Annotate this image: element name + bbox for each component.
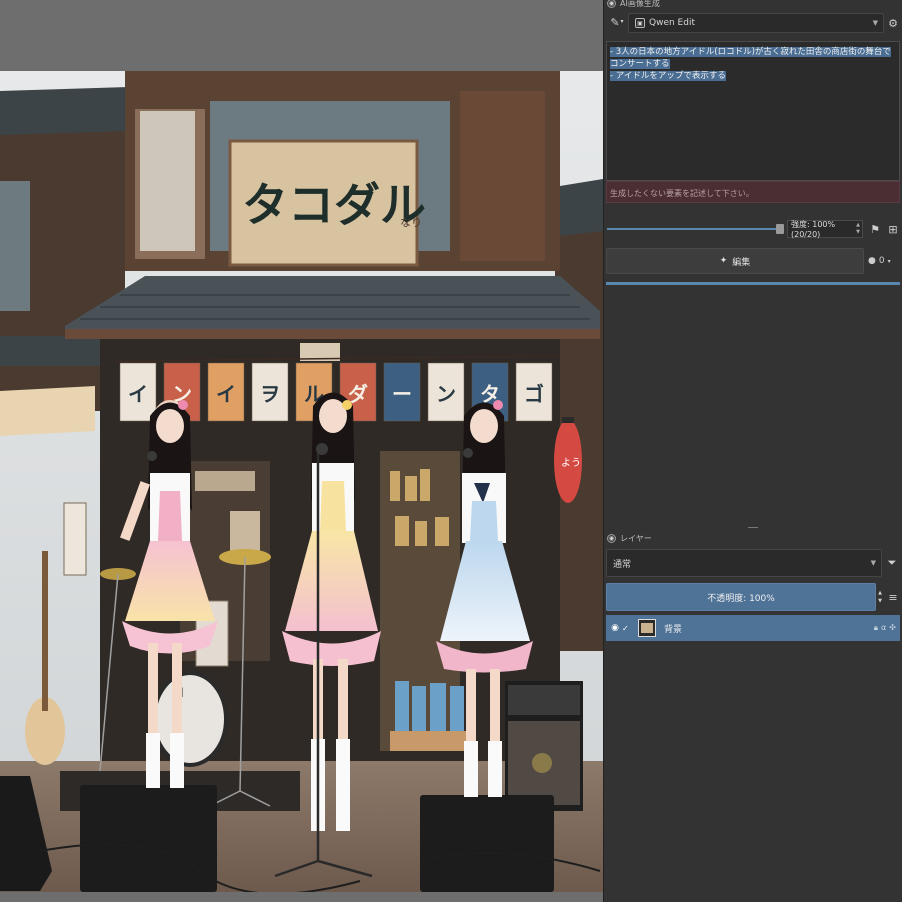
blend-mode-value: 通常 (613, 559, 632, 570)
edit-button[interactable]: ✦ 編集 (606, 248, 864, 274)
edit-button-label: 編集 (732, 257, 751, 268)
workspace-value: Qwen Edit (649, 18, 695, 28)
filter-icon[interactable]: ⏷ (884, 553, 900, 573)
strength-label: 強度: 100% (20/20) (791, 220, 836, 239)
blend-mode-select[interactable]: 通常 ▼ (606, 549, 882, 577)
alpha-icon[interactable]: α (881, 623, 886, 633)
layer-menu-icon[interactable]: ≡ (886, 586, 900, 608)
seed-value: 0 (878, 256, 885, 266)
ai-panel-icon: ◉ (607, 0, 616, 8)
strength-slider-track[interactable] (607, 228, 777, 230)
insert-result-icon[interactable]: ⊞ (885, 220, 901, 238)
layers-panel-icon: ◉ (607, 533, 616, 543)
canvas-area[interactable]: タコダル なり インイヲルダーンタゴ よう (0, 0, 603, 902)
eye-icon[interactable]: ◉ (608, 623, 622, 633)
seed-icon: ● (868, 256, 876, 266)
prompt-textarea[interactable]: - 3人の日本の地方アイドル(ロコドル)が古く寂れた田舎の商店街の舞台でコンサー… (606, 41, 900, 181)
generation-progress-bar (606, 282, 900, 285)
ai-panel-header: ◉ AI画像生成 (607, 0, 660, 9)
opacity-label: 不透明度: 100% (707, 593, 775, 604)
banner-flag-text: ヲ (260, 382, 280, 406)
chevron-down-icon: ▼ (872, 19, 878, 27)
prompt-line-1: - 3人の日本の地方アイドル(ロコドル)が古く寂れた田舎の商店街の舞台でコンサー… (610, 47, 891, 69)
layers-panel-header: ◉ レイヤー (607, 532, 652, 544)
blend-options-icon[interactable]: ✣ (889, 623, 896, 633)
workspace-icon: ▣ (635, 18, 645, 28)
app-window: タコダル なり インイヲルダーンタゴ よう ◉ AI画像生成 ✎ ▾ ▣ Qwe… (0, 0, 902, 902)
chevron-down-icon: ▾ (887, 257, 891, 265)
sparkle-icon: ✦ (719, 256, 728, 266)
generated-artwork[interactable]: タコダル なり インイヲルダーンタゴ よう (0, 71, 603, 892)
shop-sign-side-text: なり (400, 216, 422, 229)
lock-icon[interactable]: 🔒︎ (874, 623, 878, 633)
ai-panel-title: AI画像生成 (620, 0, 660, 8)
banner-flag-text: イ (216, 382, 236, 406)
banner-flag-text: ゴ (524, 382, 544, 406)
prompt-line-2: - アイドルをアップで表示する (610, 71, 726, 81)
chevron-down-icon: ▼ (870, 559, 876, 567)
opacity-spin-icon[interactable]: ▲ ▼ (876, 583, 884, 611)
banner-flag-text: イ (128, 382, 148, 406)
layer-item[interactable]: ◉ ✓ 背景 🔒︎ α ✣ (606, 615, 900, 641)
banner-flag-text: ン (436, 382, 456, 406)
seed-control[interactable]: ● 0 ▾ (868, 248, 900, 274)
spin-arrows-icon[interactable]: ▲ ▼ (856, 222, 860, 236)
opacity-slider[interactable]: 不透明度: 100% (606, 583, 876, 611)
strength-slider-handle[interactable] (776, 224, 784, 234)
panel-splitter-handle[interactable] (748, 527, 758, 528)
layers-panel-title: レイヤー (620, 533, 652, 543)
layer-name: 背景 (664, 624, 683, 635)
chevron-down-icon[interactable]: ▾ (618, 16, 626, 26)
negative-prompt-placeholder: 生成したくない要素を記述して下さい。 (610, 189, 754, 198)
workspace-select[interactable]: ▣ Qwen Edit ▼ (628, 13, 884, 33)
shop-sign-text: タコダル (242, 178, 426, 232)
negative-prompt-input[interactable]: 生成したくない要素を記述して下さい。 (606, 181, 900, 203)
queue-settings-icon[interactable]: ⚑ (867, 220, 883, 238)
lantern-text: よう (561, 457, 581, 469)
checkmark-icon[interactable]: ✓ (622, 624, 632, 633)
layer-thumbnail (638, 619, 656, 637)
banner-flag-text: ー (392, 382, 412, 406)
gear-icon[interactable]: ⚙ (886, 13, 900, 33)
artwork-image: タコダル なり インイヲルダーンタゴ よう (0, 71, 603, 892)
strength-spinbox[interactable]: 強度: 100% (20/20) ▲ ▼ (787, 220, 863, 239)
